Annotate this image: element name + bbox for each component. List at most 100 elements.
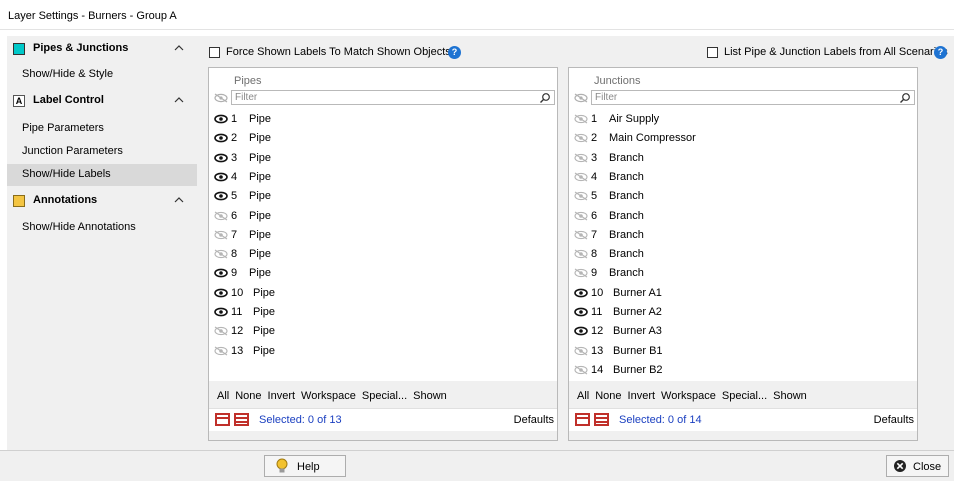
select-link-all[interactable]: All: [577, 390, 589, 402]
list-item[interactable]: 11 Pipe: [209, 303, 555, 322]
table-icon[interactable]: [215, 413, 230, 426]
sidebar-item-show-hide-labels[interactable]: Show/Hide Labels: [7, 164, 197, 186]
list-item[interactable]: 13 Burner B1: [569, 342, 915, 361]
select-link-invert[interactable]: Invert: [268, 390, 296, 402]
eye-icon[interactable]: [214, 268, 228, 278]
list-item[interactable]: 3 Branch: [569, 149, 915, 168]
eye-hidden-icon[interactable]: [214, 326, 228, 336]
list-item[interactable]: 12 Pipe: [209, 322, 555, 341]
select-link-workspace[interactable]: Workspace: [301, 390, 356, 402]
eye-icon[interactable]: [214, 307, 228, 317]
list-item[interactable]: 2 Main Compressor: [569, 129, 915, 148]
select-link-workspace[interactable]: Workspace: [661, 390, 716, 402]
list-item[interactable]: 6 Pipe: [209, 207, 555, 226]
select-link-shown[interactable]: Shown: [413, 390, 447, 402]
list-item[interactable]: 5 Pipe: [209, 187, 555, 206]
list-all-scenarios-checkbox[interactable]: [707, 47, 718, 58]
table-rows-icon[interactable]: [234, 413, 249, 426]
item-name: Pipe: [249, 228, 272, 241]
select-link-shown[interactable]: Shown: [773, 390, 807, 402]
eye-hidden-icon[interactable]: [574, 114, 588, 124]
eye-icon[interactable]: [574, 326, 588, 336]
eye-hidden-icon[interactable]: [214, 93, 228, 103]
eye-icon[interactable]: [214, 114, 228, 124]
junctions-defaults-button[interactable]: Defaults: [874, 414, 914, 426]
pipes-selected-count[interactable]: Selected: 0 of 13: [259, 414, 342, 426]
list-item[interactable]: 14 Burner B2: [569, 361, 915, 380]
sidebar-item-show-hide-style[interactable]: Show/Hide & Style: [7, 64, 197, 86]
select-link-invert[interactable]: Invert: [628, 390, 656, 402]
sidebar-section-annotations[interactable]: Annotations: [7, 190, 197, 212]
eye-hidden-icon[interactable]: [574, 268, 588, 278]
close-button[interactable]: Close: [886, 455, 949, 477]
eye-hidden-icon[interactable]: [574, 172, 588, 182]
eye-hidden-icon[interactable]: [574, 93, 588, 103]
list-item[interactable]: 1 Air Supply: [569, 110, 915, 129]
eye-hidden-icon[interactable]: [214, 346, 228, 356]
list-item[interactable]: 9 Pipe: [209, 264, 555, 283]
select-link-special[interactable]: Special...: [362, 390, 407, 402]
eye-hidden-icon[interactable]: [574, 211, 588, 221]
eye-hidden-icon[interactable]: [574, 365, 588, 375]
list-item[interactable]: 7 Pipe: [209, 226, 555, 245]
eye-hidden-icon[interactable]: [574, 230, 588, 240]
eye-hidden-icon[interactable]: [574, 346, 588, 356]
list-item[interactable]: 6 Branch: [569, 207, 915, 226]
select-link-none[interactable]: None: [235, 390, 261, 402]
select-link-all[interactable]: All: [217, 390, 229, 402]
eye-icon[interactable]: [214, 191, 228, 201]
item-number: 14: [591, 363, 604, 376]
eye-icon[interactable]: [214, 288, 228, 298]
eye-hidden-icon[interactable]: [574, 249, 588, 259]
list-item[interactable]: 10 Pipe: [209, 284, 555, 303]
eye-icon[interactable]: [574, 288, 588, 298]
help-icon[interactable]: ?: [448, 46, 461, 59]
sidebar-section-pipes-junctions[interactable]: Pipes & Junctions: [7, 38, 197, 60]
list-item[interactable]: 8 Pipe: [209, 245, 555, 264]
eye-hidden-icon[interactable]: [574, 153, 588, 163]
table-icon[interactable]: [575, 413, 590, 426]
eye-hidden-icon[interactable]: [214, 230, 228, 240]
table-rows-icon[interactable]: [594, 413, 609, 426]
pipes-defaults-button[interactable]: Defaults: [514, 414, 554, 426]
eye-hidden-icon[interactable]: [574, 133, 588, 143]
list-item[interactable]: 4 Branch: [569, 168, 915, 187]
force-labels-checkbox[interactable]: [209, 47, 220, 58]
sidebar-section-label-control[interactable]: A Label Control: [7, 90, 197, 112]
search-icon[interactable]: [899, 92, 911, 104]
list-item[interactable]: 1 Pipe: [209, 110, 555, 129]
junctions-filter-input[interactable]: Filter: [591, 90, 915, 105]
list-item[interactable]: 3 Pipe: [209, 149, 555, 168]
eye-icon[interactable]: [214, 133, 228, 143]
chevron-up-icon[interactable]: [173, 43, 185, 53]
pipes-filter-input[interactable]: Filter: [231, 90, 555, 105]
chevron-up-icon[interactable]: [173, 195, 185, 205]
search-icon[interactable]: [539, 92, 551, 104]
chevron-up-icon[interactable]: [173, 95, 185, 105]
eye-hidden-icon[interactable]: [214, 211, 228, 221]
sidebar-item-show-hide-annotations[interactable]: Show/Hide Annotations: [7, 217, 197, 239]
list-item[interactable]: 11 Burner A2: [569, 303, 915, 322]
sidebar-item-pipe-parameters[interactable]: Pipe Parameters: [7, 118, 197, 140]
list-item[interactable]: 4 Pipe: [209, 168, 555, 187]
list-item[interactable]: 8 Branch: [569, 245, 915, 264]
list-item[interactable]: 5 Branch: [569, 187, 915, 206]
select-link-none[interactable]: None: [595, 390, 621, 402]
eye-hidden-icon[interactable]: [214, 249, 228, 259]
list-item[interactable]: 2 Pipe: [209, 129, 555, 148]
junctions-selected-count[interactable]: Selected: 0 of 14: [619, 414, 702, 426]
list-item[interactable]: 10 Burner A1: [569, 284, 915, 303]
list-item[interactable]: 7 Branch: [569, 226, 915, 245]
eye-icon[interactable]: [214, 153, 228, 163]
eye-icon[interactable]: [574, 307, 588, 317]
list-item[interactable]: 9 Branch: [569, 264, 915, 283]
list-item[interactable]: 13 Pipe: [209, 342, 555, 361]
sidebar-item-junction-parameters[interactable]: Junction Parameters: [7, 141, 197, 163]
select-link-special[interactable]: Special...: [722, 390, 767, 402]
help-button[interactable]: Help: [264, 455, 346, 477]
help-icon[interactable]: ?: [934, 46, 947, 59]
list-item[interactable]: 12 Burner A3: [569, 322, 915, 341]
item-name: Pipe: [249, 248, 272, 261]
eye-icon[interactable]: [214, 172, 228, 182]
eye-hidden-icon[interactable]: [574, 191, 588, 201]
